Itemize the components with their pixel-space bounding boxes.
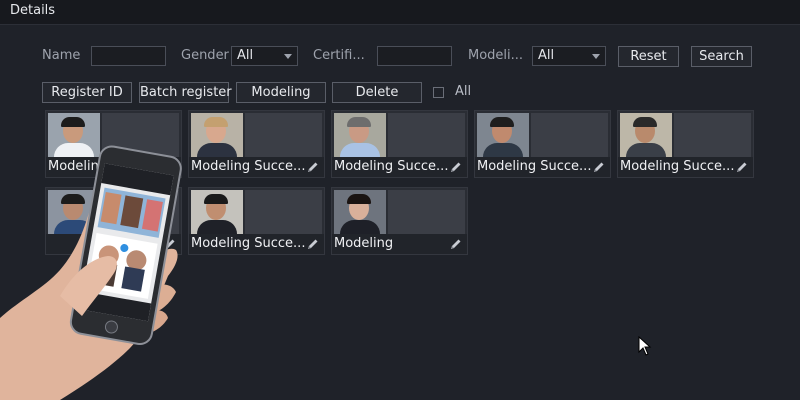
modeling-status-text: Modeling Succe... bbox=[477, 159, 592, 174]
person-torso bbox=[54, 220, 94, 234]
card-caption: Modeling S bbox=[46, 157, 181, 177]
face-card[interactable]: Modeling Succe... bbox=[474, 110, 611, 178]
card-caption: Modeling Succe... bbox=[189, 157, 324, 177]
pencil-icon[interactable] bbox=[449, 160, 463, 174]
face-thumbnail[interactable] bbox=[620, 113, 672, 157]
person-torso bbox=[197, 143, 237, 157]
card-caption: Modeling Succe... bbox=[475, 157, 610, 177]
empty-image-slot bbox=[245, 190, 322, 234]
delete-button[interactable]: Delete bbox=[332, 82, 422, 103]
window-title: Details bbox=[10, 3, 56, 18]
chevron-down-icon bbox=[592, 54, 600, 59]
card-caption: Modeling Succe... bbox=[332, 157, 467, 177]
person-hair bbox=[204, 194, 228, 204]
person-torso bbox=[54, 143, 94, 157]
face-thumbnail[interactable] bbox=[334, 190, 386, 234]
face-thumbnail[interactable] bbox=[48, 190, 100, 234]
pencil-icon[interactable] bbox=[306, 160, 320, 174]
select-all-checkbox[interactable] bbox=[433, 87, 444, 98]
face-card[interactable]: Modeling bbox=[331, 187, 468, 255]
certificate-label: Certifi... bbox=[313, 48, 365, 63]
gender-label: Gender bbox=[181, 48, 229, 63]
pencil-icon[interactable] bbox=[592, 160, 606, 174]
face-thumbnail[interactable] bbox=[191, 113, 243, 157]
person-hair bbox=[204, 117, 228, 127]
person-torso bbox=[340, 220, 380, 234]
empty-image-slot bbox=[388, 113, 465, 157]
face-card[interactable] bbox=[45, 187, 182, 255]
batch-register-button[interactable]: Batch register bbox=[139, 82, 232, 103]
gender-select-value: All bbox=[237, 48, 254, 63]
modeling-status-select-value: All bbox=[538, 48, 555, 63]
pencil-icon[interactable] bbox=[306, 237, 320, 251]
empty-image-slot bbox=[388, 190, 465, 234]
card-caption: Modeling Succe... bbox=[189, 234, 324, 254]
reset-button[interactable]: Reset bbox=[618, 46, 679, 67]
title-bar: Details bbox=[0, 0, 800, 25]
search-button[interactable]: Search bbox=[691, 46, 752, 67]
empty-image-slot bbox=[245, 113, 322, 157]
face-card[interactable]: Modeling Succe... bbox=[331, 110, 468, 178]
empty-image-slot bbox=[674, 113, 751, 157]
person-hair bbox=[490, 117, 514, 127]
modeling-button[interactable]: Modeling bbox=[236, 82, 326, 103]
register-id-button[interactable]: Register ID bbox=[42, 82, 132, 103]
empty-image-slot bbox=[102, 113, 179, 157]
gender-select[interactable]: All bbox=[231, 46, 298, 66]
card-caption: Modeling Succe... bbox=[618, 157, 753, 177]
modeling-status-text: Modeling S bbox=[48, 159, 120, 174]
select-all-label: All bbox=[455, 84, 472, 99]
modeling-status-text: Modeling Succe... bbox=[191, 236, 306, 251]
modeling-status-select[interactable]: All bbox=[532, 46, 606, 66]
pencil-icon[interactable] bbox=[735, 160, 749, 174]
person-torso bbox=[483, 143, 523, 157]
person-hair bbox=[633, 117, 657, 127]
name-label: Name bbox=[42, 48, 81, 63]
face-card[interactable]: Modeling Succe... bbox=[617, 110, 754, 178]
pencil-icon[interactable] bbox=[163, 237, 177, 251]
person-hair bbox=[347, 194, 371, 204]
card-caption: Modeling bbox=[332, 234, 467, 254]
mouse-pointer-icon bbox=[638, 336, 652, 356]
face-thumbnail[interactable] bbox=[191, 190, 243, 234]
modeling-status-text: Modeling bbox=[334, 236, 394, 251]
modeling-status-text: Modeling Succe... bbox=[334, 159, 449, 174]
face-card[interactable]: Modeling Succe... bbox=[188, 110, 325, 178]
empty-image-slot bbox=[102, 190, 179, 234]
face-card[interactable]: Modeling Succe... bbox=[188, 187, 325, 255]
modeling-status-text: Modeling Succe... bbox=[620, 159, 735, 174]
face-thumbnail[interactable] bbox=[477, 113, 529, 157]
modeling-status-text: Modeling Succe... bbox=[191, 159, 306, 174]
person-torso bbox=[626, 143, 666, 157]
face-thumbnail[interactable] bbox=[48, 113, 100, 157]
person-hair bbox=[347, 117, 371, 127]
empty-image-slot bbox=[531, 113, 608, 157]
person-torso bbox=[197, 220, 237, 234]
face-thumbnail[interactable] bbox=[334, 113, 386, 157]
pencil-icon[interactable] bbox=[163, 160, 177, 174]
chevron-down-icon bbox=[284, 54, 292, 59]
person-torso bbox=[340, 143, 380, 157]
face-card[interactable]: Modeling S bbox=[45, 110, 182, 178]
card-caption bbox=[46, 234, 181, 254]
pencil-icon[interactable] bbox=[449, 237, 463, 251]
certificate-input[interactable] bbox=[377, 46, 452, 66]
person-hair bbox=[61, 194, 85, 204]
name-input[interactable] bbox=[91, 46, 166, 66]
modeling-status-label: Modeli... bbox=[468, 48, 524, 63]
person-hair bbox=[61, 117, 85, 127]
